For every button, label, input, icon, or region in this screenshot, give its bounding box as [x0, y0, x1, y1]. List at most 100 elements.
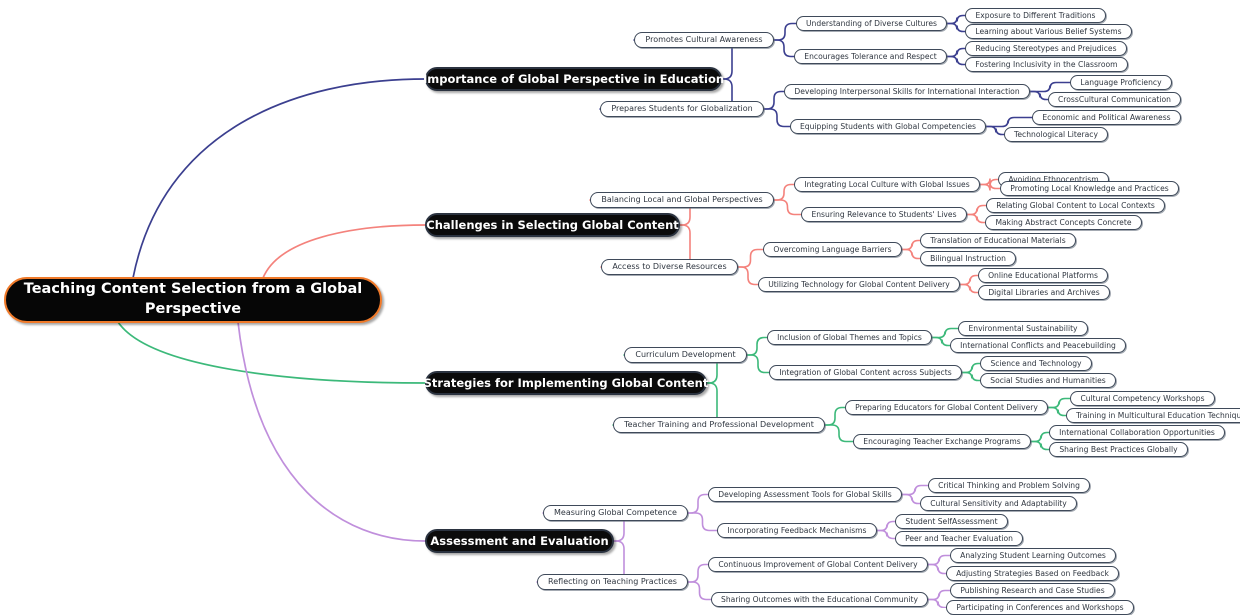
leaf-node[interactable]: Science and Technology [980, 356, 1092, 371]
node-label: Relating Global Content to Local Context… [996, 200, 1155, 210]
node-label: Peer and Teacher Evaluation [905, 533, 1013, 543]
leaf-node[interactable]: Learning about Various Belief Systems [965, 24, 1132, 39]
leaf-node[interactable]: Cultural Competency Workshops [1070, 391, 1215, 406]
branch-node-1[interactable]: Importance of Global Perspective in Educ… [422, 67, 725, 91]
node-label: Science and Technology [990, 358, 1082, 368]
topic-node[interactable]: Teacher Training and Professional Develo… [613, 417, 825, 433]
sub-node[interactable]: Overcoming Language Barriers [763, 242, 902, 257]
leaf-node[interactable]: Critical Thinking and Problem Solving [928, 478, 1090, 493]
sub-node[interactable]: Developing Interpersonal Skills for Inte… [784, 84, 1030, 99]
mindmap-canvas: Teaching Content Selection from a Global… [0, 0, 1240, 615]
node-label: Analyzing Student Learning Outcomes [960, 550, 1106, 560]
sub-node[interactable]: Developing Assessment Tools for Global S… [708, 487, 902, 502]
leaf-node[interactable]: Language Proficiency [1070, 75, 1172, 90]
node-label: Adjusting Strategies Based on Feedback [956, 568, 1109, 578]
leaf-node[interactable]: Sharing Best Practices Globally [1049, 442, 1188, 457]
branch-label: Challenges in Selecting Global Content [426, 218, 679, 232]
root-node[interactable]: Teaching Content Selection from a Global… [4, 277, 382, 323]
root-label: Teaching Content Selection from a Global… [23, 281, 363, 317]
leaf-node[interactable]: Economic and Political Awareness [1032, 110, 1181, 125]
node-label: Measuring Global Competence [554, 507, 677, 517]
leaf-node[interactable]: Fostering Inclusivity in the Classroom [965, 57, 1128, 72]
sub-node[interactable]: Understanding of Diverse Cultures [796, 16, 947, 31]
leaf-node[interactable]: CrossCultural Communication [1048, 92, 1181, 107]
node-label: Inclusion of Global Themes and Topics [777, 332, 922, 342]
node-label: Utilizing Technology for Global Content … [768, 279, 950, 289]
leaf-node[interactable]: Making Abstract Concepts Concrete [985, 215, 1142, 230]
leaf-node[interactable]: International Collaboration Opportunitie… [1049, 425, 1225, 440]
node-label: Exposure to Different Traditions [975, 10, 1096, 20]
branch-label: Importance of Global Perspective in Educ… [422, 72, 725, 86]
topic-node[interactable]: Measuring Global Competence [543, 505, 688, 521]
leaf-node[interactable]: Student SelfAssessment [895, 514, 1008, 529]
topic-node[interactable]: Curriculum Development [624, 347, 747, 363]
node-label: Critical Thinking and Problem Solving [938, 480, 1080, 490]
leaf-node[interactable]: Environmental Sustainability [958, 321, 1088, 336]
node-label: CrossCultural Communication [1058, 94, 1171, 104]
leaf-node[interactable]: Digital Libraries and Archives [978, 285, 1110, 300]
node-label: Cultural Sensitivity and Adaptability [930, 498, 1067, 508]
node-label: Continuous Improvement of Global Content… [718, 559, 918, 569]
node-label: Promotes Cultural Awareness [645, 34, 763, 44]
leaf-node[interactable]: Cultural Sensitivity and Adaptability [920, 496, 1077, 511]
leaf-node[interactable]: Online Educational Platforms [978, 268, 1108, 283]
branch-node-4[interactable]: Assessment and Evaluation [425, 529, 614, 553]
sub-node[interactable]: Incorporating Feedback Mechanisms [717, 523, 877, 538]
node-label: Prepares Students for Globalization [611, 103, 753, 113]
node-label: Integration of Global Content across Sub… [779, 367, 952, 377]
topic-node[interactable]: Promotes Cultural Awareness [634, 32, 774, 48]
branch-label: Assessment and Evaluation [430, 534, 609, 548]
node-label: Technological Literacy [1014, 129, 1098, 139]
sub-node[interactable]: Encourages Tolerance and Respect [794, 49, 947, 64]
sub-node[interactable]: Integrating Local Culture with Global Is… [794, 177, 980, 192]
sub-node[interactable]: Continuous Improvement of Global Content… [708, 557, 928, 572]
leaf-node[interactable]: International Conflicts and Peacebuildin… [950, 338, 1126, 353]
branch-node-3[interactable]: Strategies for Implementing Global Conte… [424, 371, 708, 395]
node-label: Training in Multicultural Education Tech… [1076, 410, 1240, 420]
sub-node[interactable]: Encouraging Teacher Exchange Programs [853, 434, 1031, 449]
branch-node-2[interactable]: Challenges in Selecting Global Content [425, 213, 680, 237]
topic-node[interactable]: Reflecting on Teaching Practices [537, 574, 688, 590]
node-label: Translation of Educational Materials [930, 235, 1066, 245]
topic-node[interactable]: Access to Diverse Resources [601, 259, 738, 275]
node-label: Fostering Inclusivity in the Classroom [975, 59, 1118, 69]
node-label: Reflecting on Teaching Practices [548, 576, 677, 586]
leaf-node[interactable]: Publishing Research and Case Studies [950, 583, 1115, 598]
node-label: Encourages Tolerance and Respect [804, 51, 937, 61]
leaf-node[interactable]: Training in Multicultural Education Tech… [1066, 408, 1240, 423]
node-label: Student SelfAssessment [905, 516, 998, 526]
node-label: Reducing Stereotypes and Prejudices [975, 43, 1117, 53]
leaf-node[interactable]: Translation of Educational Materials [920, 233, 1076, 248]
leaf-node[interactable]: Technological Literacy [1004, 127, 1108, 142]
leaf-node[interactable]: Reducing Stereotypes and Prejudices [965, 41, 1127, 56]
sub-node[interactable]: Preparing Educators for Global Content D… [845, 400, 1048, 415]
leaf-node[interactable]: Exposure to Different Traditions [965, 8, 1106, 23]
leaf-node[interactable]: Relating Global Content to Local Context… [986, 198, 1165, 213]
node-label: Digital Libraries and Archives [988, 287, 1100, 297]
node-label: Incorporating Feedback Mechanisms [727, 525, 867, 535]
node-label: Overcoming Language Barriers [773, 244, 892, 254]
sub-node[interactable]: Equipping Students with Global Competenc… [790, 119, 986, 134]
leaf-node[interactable]: Peer and Teacher Evaluation [895, 531, 1023, 546]
sub-node[interactable]: Inclusion of Global Themes and Topics [767, 330, 932, 345]
node-label: Curriculum Development [635, 349, 736, 359]
node-label: Sharing Outcomes with the Educational Co… [721, 594, 918, 604]
sub-node[interactable]: Ensuring Relevance to Students' Lives [801, 207, 967, 222]
topic-node[interactable]: Balancing Local and Global Perspectives [590, 192, 774, 208]
leaf-node[interactable]: Promoting Local Knowledge and Practices [1000, 181, 1179, 196]
node-label: Integrating Local Culture with Global Is… [804, 179, 970, 189]
sub-node[interactable]: Utilizing Technology for Global Content … [758, 277, 960, 292]
leaf-node[interactable]: Analyzing Student Learning Outcomes [950, 548, 1116, 563]
node-label: Environmental Sustainability [968, 323, 1078, 333]
leaf-node[interactable]: Social Studies and Humanities [980, 373, 1116, 388]
sub-node[interactable]: Sharing Outcomes with the Educational Co… [711, 592, 928, 607]
topic-node[interactable]: Prepares Students for Globalization [600, 101, 764, 117]
node-label: Balancing Local and Global Perspectives [601, 194, 763, 204]
node-label: Online Educational Platforms [988, 270, 1098, 280]
node-label: Encouraging Teacher Exchange Programs [863, 436, 1021, 446]
node-label: Learning about Various Belief Systems [975, 26, 1122, 36]
sub-node[interactable]: Integration of Global Content across Sub… [769, 365, 962, 380]
leaf-node[interactable]: Bilingual Instruction [920, 251, 1016, 266]
node-label: Access to Diverse Resources [612, 261, 727, 271]
leaf-node[interactable]: Adjusting Strategies Based on Feedback [946, 566, 1119, 581]
